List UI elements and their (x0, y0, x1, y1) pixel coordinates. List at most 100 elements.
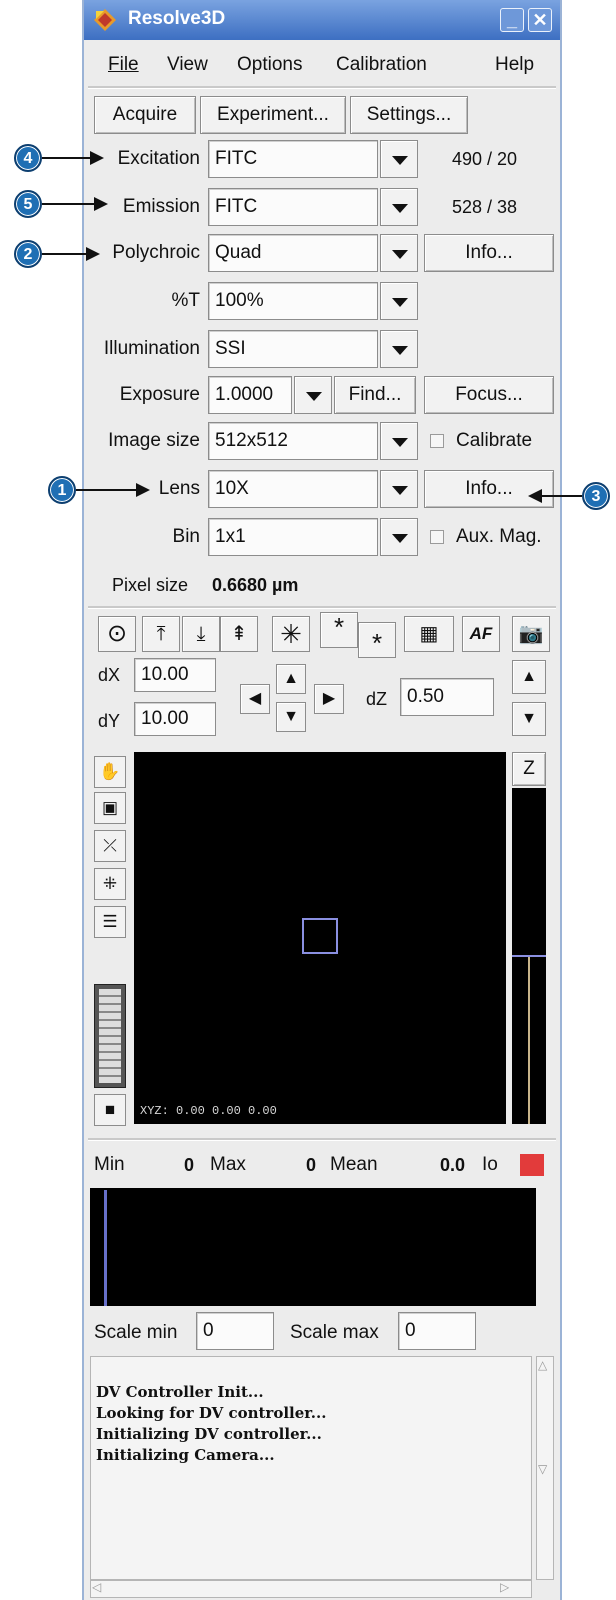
intensity-slider[interactable] (94, 984, 126, 1088)
log-line: Initializing Camera... (96, 1446, 275, 1464)
exposure-dropdown-icon[interactable] (294, 376, 332, 414)
histogram-view[interactable] (90, 1188, 536, 1306)
calibrate-checkbox[interactable] (430, 434, 444, 448)
close-icon[interactable]: ✕ (528, 8, 552, 32)
aux-mag-label: Aux. Mag. (456, 526, 542, 547)
log-horizontal-scrollbar[interactable] (90, 1580, 532, 1598)
dy-input[interactable]: 10.00 (134, 702, 216, 736)
scale-max-input[interactable]: 0 (398, 1312, 476, 1350)
stop-icon[interactable]: ■ (94, 1094, 126, 1126)
excitation-select[interactable]: FITC (208, 140, 378, 178)
minimize-icon[interactable]: _ (500, 8, 524, 32)
arrowhead-icon (94, 197, 108, 211)
percent-t-select[interactable]: 100% (208, 282, 378, 320)
z-center-icon[interactable]: ⇞ (220, 616, 258, 652)
find-button[interactable]: Find... (334, 376, 416, 414)
emission-select[interactable]: FITC (208, 188, 378, 226)
scroll-left-icon[interactable]: ◁ (92, 1580, 101, 1594)
callout-arrow (42, 203, 96, 205)
callout-badge: 5 (14, 190, 42, 218)
menu-calibration[interactable]: Calibration (336, 54, 427, 76)
z-top-icon[interactable]: ⤒ (142, 616, 180, 652)
scroll-down-icon[interactable]: ▽ (538, 1462, 547, 1476)
emission-wavelength: 528 / 38 (452, 197, 518, 217)
lens-dropdown-icon[interactable] (380, 470, 418, 508)
pixel-size-value: 0.6680 µm (212, 575, 299, 595)
image-size-dropdown-icon[interactable] (380, 422, 418, 460)
stage-left-button[interactable]: ◀ (240, 684, 270, 714)
center-target-icon[interactable]: ⊙ (98, 616, 136, 652)
app-logo-icon (94, 9, 116, 31)
min-label: Min (94, 1154, 125, 1175)
stage-right-button[interactable]: ▶ (314, 684, 344, 714)
percent-t-label: %T (171, 290, 201, 311)
scale-min-input[interactable]: 0 (196, 1312, 274, 1350)
menu-view[interactable]: View (167, 54, 208, 76)
experiment-button[interactable]: Experiment... (200, 96, 346, 134)
region-of-interest-box[interactable] (302, 918, 338, 954)
dx-input[interactable]: 10.00 (134, 658, 216, 692)
settings-button[interactable]: Settings... (350, 96, 468, 134)
polychroic-dropdown-icon[interactable] (380, 234, 418, 272)
dz-input[interactable]: 0.50 (400, 678, 494, 716)
bin-select[interactable]: 1x1 (208, 518, 378, 556)
zoom-fit-icon[interactable]: ▣ (94, 792, 126, 824)
log-line: DV Controller Init... (96, 1383, 264, 1401)
callout-badge: 3 (582, 482, 610, 510)
image-size-select[interactable]: 512x512 (208, 422, 378, 460)
focus-button[interactable]: Focus... (424, 376, 554, 414)
mark-top-icon[interactable]: * (320, 612, 358, 648)
image-size-label: Image size (108, 430, 200, 451)
emission-dropdown-icon[interactable] (380, 188, 418, 226)
menu-help[interactable]: Help (495, 54, 534, 76)
log-text: DV Controller Init... Looking for DV con… (96, 1382, 326, 1466)
polychroic-info-button[interactable]: Info... (424, 234, 554, 272)
scroll-up-icon[interactable]: △ (538, 1358, 547, 1372)
io-color-swatch[interactable] (520, 1154, 544, 1176)
excitation-dropdown-icon[interactable] (380, 140, 418, 178)
list-view-icon[interactable]: ☰ (94, 906, 126, 938)
callout-arrow (76, 489, 138, 491)
menu-file[interactable]: File (108, 54, 139, 76)
point-select-icon[interactable]: ⁜ (94, 868, 126, 900)
polychroic-select[interactable]: Quad (208, 234, 378, 272)
z-button[interactable]: Z (512, 752, 546, 786)
polychroic-label: Polychroic (112, 242, 200, 263)
grid-icon[interactable]: ▦ (404, 616, 454, 652)
z-up-button[interactable]: ▲ (512, 660, 546, 694)
acquire-button[interactable]: Acquire (94, 96, 196, 134)
scale-min-label: Scale min (94, 1322, 178, 1343)
section-separator (88, 606, 556, 609)
mark-bottom-icon[interactable]: * (358, 622, 396, 658)
crosshair-select-icon[interactable]: ⤫ (94, 830, 126, 862)
histogram-marker (104, 1190, 107, 1306)
dy-label: dY (98, 711, 121, 731)
pan-hand-icon[interactable]: ✋ (94, 756, 126, 788)
scroll-right-icon[interactable]: ▷ (500, 1580, 509, 1594)
stage-down-button[interactable]: ▼ (276, 702, 306, 732)
z-down-button[interactable]: ▼ (512, 702, 546, 736)
illumination-select[interactable]: SSI (208, 330, 378, 368)
bin-label: Bin (172, 526, 200, 547)
exposure-input[interactable]: 1.0000 (208, 376, 292, 414)
calibrate-label: Calibrate (456, 430, 533, 451)
autofocus-button[interactable]: AF (462, 616, 500, 652)
illumination-dropdown-icon[interactable] (380, 330, 418, 368)
callout-badge: 1 (48, 476, 76, 504)
asterisk-icon[interactable]: ✳ (272, 616, 310, 652)
stage-up-button[interactable]: ▲ (276, 664, 306, 694)
dx-label: dX (98, 665, 121, 685)
menu-options[interactable]: Options (237, 54, 302, 76)
aux-mag-checkbox[interactable] (430, 530, 444, 544)
arrowhead-icon (90, 151, 104, 165)
log-line: Looking for DV controller... (96, 1404, 327, 1422)
exposure-label: Exposure (119, 384, 200, 405)
callout-arrow (542, 495, 582, 497)
callout-arrow (42, 253, 88, 255)
arrowhead-icon (136, 483, 150, 497)
camera-icon[interactable]: 📷 (512, 616, 550, 652)
percent-t-dropdown-icon[interactable] (380, 282, 418, 320)
z-bottom-icon[interactable]: ⤓ (182, 616, 220, 652)
lens-select[interactable]: 10X (208, 470, 378, 508)
bin-dropdown-icon[interactable] (380, 518, 418, 556)
